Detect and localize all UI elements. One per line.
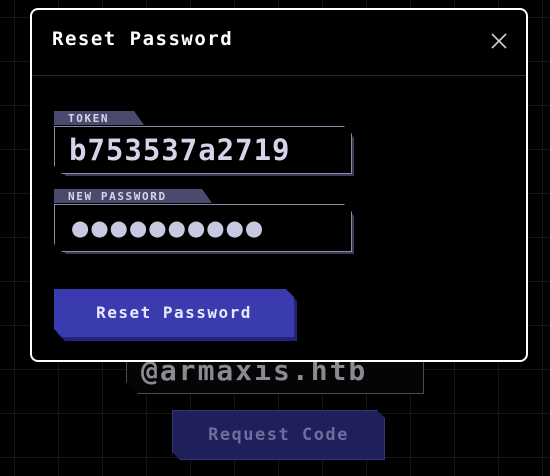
new-password-field[interactable]: ●●●●●●●●●● (54, 204, 352, 252)
request-code-button: Request Code (172, 410, 385, 460)
reset-password-modal: Reset Password TOKEN b753537a2719 NEW PA… (30, 8, 528, 362)
token-field[interactable]: b753537a2719 (54, 126, 352, 174)
token-value: b753537a2719 (69, 133, 291, 167)
close-icon[interactable] (490, 32, 508, 50)
page-background: @armaxis.htb Request Code Reset Password… (0, 0, 550, 476)
new-password-value: ●●●●●●●●●● (71, 216, 265, 240)
new-password-label: NEW PASSWORD (54, 189, 212, 203)
token-label: TOKEN (54, 111, 144, 125)
modal-title: Reset Password (52, 28, 234, 50)
reset-password-button[interactable]: Reset Password (54, 289, 294, 337)
modal-header: Reset Password (32, 10, 526, 76)
